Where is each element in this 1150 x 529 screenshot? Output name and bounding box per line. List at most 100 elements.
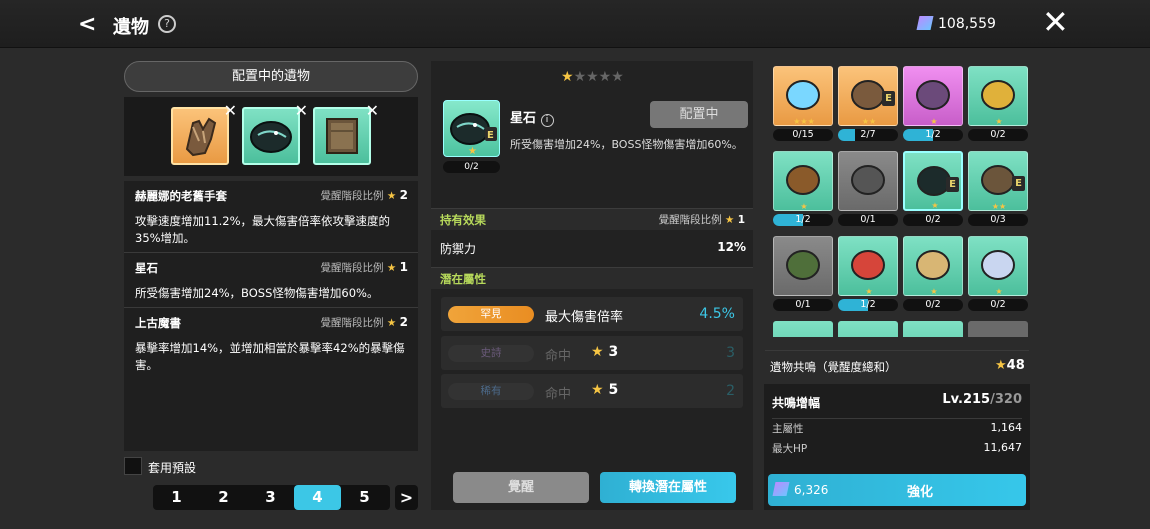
remove-icon[interactable]: ✕ bbox=[224, 101, 237, 120]
list-item: 赫麗娜的老舊手套 覺醒階段比例 ★ 2 攻擊速度增加11.2%，最大傷害倍率依攻擊… bbox=[124, 181, 418, 253]
slot-glove[interactable]: ✕ bbox=[171, 101, 237, 165]
ratio: 覺醒階段比例 ★ 2 bbox=[321, 315, 408, 331]
tile-count: 0/1 bbox=[773, 299, 833, 311]
page-4[interactable]: 4 bbox=[294, 485, 341, 510]
relic-tile-scroll[interactable]: ★ bbox=[903, 236, 963, 296]
hp-value: 11,647 bbox=[983, 441, 1023, 454]
relic-tile-flower[interactable]: ★ bbox=[838, 236, 898, 296]
ratio-label: 覺醒階段比例 bbox=[320, 317, 384, 329]
info-icon[interactable]: i bbox=[540, 114, 554, 127]
relic-tile-trophy[interactable]: ★ bbox=[968, 66, 1028, 126]
relic-name-text: 星石 bbox=[510, 111, 537, 126]
divider bbox=[772, 418, 1022, 419]
relic-name: 星石 bbox=[135, 261, 158, 275]
tier-badge: 稀有 bbox=[448, 383, 534, 400]
star-icon: ★ bbox=[724, 214, 735, 226]
relic-tile[interactable] bbox=[968, 321, 1028, 337]
relic-tile-disc[interactable] bbox=[838, 151, 898, 211]
stat-name: 防禦力 bbox=[440, 242, 477, 256]
potential-star-count: 5 bbox=[608, 382, 619, 398]
page-1[interactable]: 1 bbox=[153, 485, 200, 510]
list-item: 上古魔書 覺醒階段比例 ★ 2 暴擊率增加14%，並增加相當於暴擊率42%的暴擊傷… bbox=[124, 308, 418, 379]
ratio-value: 2 bbox=[399, 188, 408, 202]
relic-detail-panel: ★★★★★ ★ E 0/2 星石 i 配置中 所受傷害增加24%，BOSS怪物傷害… bbox=[431, 61, 753, 510]
preset-pager: 1 2 3 4 5 bbox=[153, 485, 390, 510]
relic-name: 赫麗娜的老舊手套 bbox=[135, 189, 227, 203]
preset-checkbox[interactable] bbox=[124, 457, 142, 475]
page-3[interactable]: 3 bbox=[247, 485, 294, 510]
holding-stat: 防禦力 12% bbox=[440, 240, 746, 257]
star-icon: ★ bbox=[386, 190, 397, 202]
level-value: Lv.215 bbox=[942, 392, 991, 407]
page-2[interactable]: 2 bbox=[200, 485, 247, 510]
grade-badge: E bbox=[487, 130, 494, 141]
relic-tile-book[interactable]: ★★ E bbox=[968, 151, 1028, 211]
preset-label: 套用預設 bbox=[148, 461, 197, 475]
cost-value: 6,326 bbox=[794, 483, 829, 497]
resonance-label: 遺物共鳴（覺醒度總和） bbox=[770, 360, 897, 374]
tile-stars: ★ bbox=[930, 117, 938, 126]
relic-tile-ice[interactable]: ★★★ bbox=[773, 66, 833, 126]
relic-tile-jar[interactable]: ★ bbox=[968, 236, 1028, 296]
convert-potential-button[interactable]: 轉換潛在屬性 bbox=[600, 472, 736, 503]
main-stat-value: 1,164 bbox=[990, 421, 1023, 434]
help-icon[interactable]: ? bbox=[158, 15, 176, 33]
tile-count: 0/2 bbox=[903, 299, 963, 311]
top-bar: < 遺物 ? 108,559 ✕ bbox=[0, 0, 1150, 48]
ratio: 覺醒階段比例 ★ 2 bbox=[321, 188, 408, 204]
svg-text:★: ★ bbox=[468, 146, 477, 156]
upgrade-cost: 6,326 bbox=[772, 482, 829, 497]
relic-desc: 所受傷害增加24%，BOSS怪物傷害增加60%。 bbox=[135, 286, 379, 300]
relic-tile-stone[interactable]: ★ E bbox=[903, 151, 963, 211]
remove-icon[interactable]: ✕ bbox=[295, 101, 308, 120]
equipped-relics-header: 配置中的遺物 bbox=[124, 61, 418, 92]
glove-icon bbox=[185, 117, 217, 157]
tier-label: 史詩 bbox=[480, 347, 502, 359]
potential-label: 命中 bbox=[545, 387, 572, 402]
back-button[interactable]: < bbox=[78, 12, 96, 37]
relic-tile-leaf[interactable] bbox=[773, 236, 833, 296]
tile-stars: ★ bbox=[995, 287, 1003, 296]
page-5[interactable]: 5 bbox=[341, 485, 388, 510]
close-icon[interactable]: ✕ bbox=[1042, 6, 1069, 38]
equipped-button[interactable]: 配置中 bbox=[650, 101, 748, 128]
tile-count: 0/2 bbox=[968, 129, 1028, 141]
potential-value: 2 bbox=[726, 383, 735, 399]
relic-name: 星石 i bbox=[510, 107, 554, 127]
book-icon bbox=[326, 118, 358, 154]
relic-description: 所受傷害增加24%，BOSS怪物傷害增加60%。 bbox=[510, 138, 743, 151]
slot-tome[interactable]: ✕ bbox=[313, 101, 379, 165]
ratio: 覺醒階段比例 ★ 1 bbox=[321, 260, 408, 276]
resonance-number: 48 bbox=[1006, 358, 1025, 373]
holding-title: 持有效果 bbox=[440, 213, 486, 227]
next-page-button[interactable]: > bbox=[395, 485, 418, 510]
potential-label: 命中 bbox=[545, 349, 572, 364]
holding-ratio: 覺醒階段比例 ★ 1 bbox=[659, 209, 745, 231]
stone-icon bbox=[250, 121, 292, 153]
main-stat-label: 主屬性 bbox=[772, 423, 804, 435]
awaken-button[interactable]: 覺醒 bbox=[453, 472, 589, 503]
relic-tile-bag[interactable]: ★ bbox=[903, 66, 963, 126]
stat-value: 12% bbox=[717, 240, 746, 254]
upgrade-button[interactable]: 6,326 強化 bbox=[768, 474, 1026, 506]
relic-tile-chest[interactable]: ★ bbox=[773, 151, 833, 211]
equipped-effects-list: 赫麗娜的老舊手套 覺醒階段比例 ★ 2 攻擊速度增加11.2%，最大傷害倍率依攻擊… bbox=[124, 181, 418, 451]
relic-tile[interactable] bbox=[838, 321, 898, 337]
stone-icon: ★E bbox=[450, 113, 497, 157]
tile-count: 1/2 bbox=[838, 299, 898, 311]
tile-count: 2/7 bbox=[838, 129, 898, 141]
slot-starstone[interactable]: ✕ bbox=[242, 101, 308, 165]
relic-tile[interactable] bbox=[773, 321, 833, 337]
tile-count: 0/3 bbox=[968, 214, 1028, 226]
tile-stars: ★ bbox=[995, 117, 1003, 126]
potential-row-1: 罕見 最大傷害倍率 4.5% bbox=[441, 297, 743, 331]
tile-count: 1/2 bbox=[773, 214, 833, 226]
relic-tile[interactable] bbox=[903, 321, 963, 337]
gem-icon bbox=[772, 482, 790, 496]
potential-stars: ★ 3 bbox=[591, 344, 619, 360]
remove-icon[interactable]: ✕ bbox=[366, 101, 379, 120]
holding-ratio-value: 1 bbox=[737, 214, 745, 226]
gem-icon bbox=[916, 16, 934, 30]
relic-tile-glove[interactable]: ★★ E bbox=[838, 66, 898, 126]
disc-icon bbox=[851, 165, 885, 195]
